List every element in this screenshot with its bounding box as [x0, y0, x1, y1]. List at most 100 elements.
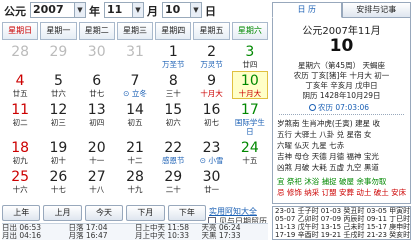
detail-tabs: 日 历 安排与记事 — [272, 2, 411, 18]
tab-schedule[interactable]: 安排与记事 — [341, 2, 411, 18]
calendar-day[interactable]: 5 廿六 — [40, 71, 76, 99]
weekday-fri: 星期五 — [193, 22, 230, 40]
lunar-label: 初九 — [12, 156, 28, 165]
calendar-day[interactable]: 25 十六 — [2, 167, 38, 195]
day-detail-panel: 公元2007年11月 10 星期六（第45周） 天蝎座 农历 丁亥[猪]年 十月… — [272, 18, 411, 204]
day-number: 15 — [164, 102, 183, 118]
day-number: 26 — [49, 169, 68, 185]
day-number: 6 — [92, 73, 102, 89]
calendar-day[interactable]: 20 十一 — [79, 138, 115, 166]
tab-calendar[interactable]: 日 历 — [272, 2, 342, 18]
weekday-sun: 星期日 — [2, 22, 39, 40]
calendar-day[interactable]: 8 三十 — [155, 71, 191, 99]
lunar-label: 初三 — [50, 118, 66, 127]
detail-row-unlucky: 凶煞 月破 大耗 五虚 九空 黑道 — [277, 163, 379, 172]
detail-big-day: 10 — [329, 36, 354, 56]
day-number: 7 — [130, 73, 140, 89]
calendar-day[interactable]: 29 — [40, 42, 76, 70]
calendar-day[interactable]: 4 廿五 — [2, 71, 38, 99]
calendar-day[interactable]: 18 初九 — [2, 138, 38, 166]
detail-clock: 农历 07:03:06 — [309, 102, 369, 113]
detail-row-element: 五行 大驿土 八卦 兑 星宿 女 — [277, 130, 372, 139]
chevron-down-icon: ▼ — [74, 3, 85, 17]
lunar-label: 初五 — [127, 118, 143, 127]
day-number: 20 — [87, 140, 106, 156]
day-number: 1 — [168, 44, 178, 60]
calendar-day[interactable]: 30 — [79, 42, 115, 70]
calendar-day[interactable]: 13 初四 — [79, 100, 115, 137]
moonrise-time: 月出 04:16 — [2, 232, 41, 240]
chevron-down-icon: ▼ — [190, 3, 201, 17]
weekday-thu: 星期四 — [155, 22, 192, 40]
calendar-day[interactable]: 11 初二 — [2, 100, 38, 137]
next-month-button[interactable]: 下月 — [126, 205, 165, 221]
moonset-time: 月落 16:47 — [68, 232, 108, 240]
hour-row: 23-01 壬子时 01-03 癸丑时 03-05 甲寅时 — [275, 207, 410, 215]
weekday-sat: 星期六 — [231, 22, 268, 40]
lunar-label: 初六 — [165, 118, 181, 127]
day-number: 12 — [49, 102, 68, 118]
calendar-day[interactable]: 16 初七 — [193, 100, 229, 137]
calendar-day[interactable]: 3 廿四 — [232, 42, 268, 70]
calendar-day-empty — [232, 167, 268, 195]
navigation-bar: 上年 上月 今天 下月 下年 — [2, 205, 207, 221]
day-select[interactable]: 10 ▼ — [162, 2, 202, 18]
day-number: 10 — [240, 73, 259, 89]
calendar-day[interactable]: 9 十月大 — [193, 71, 229, 99]
calendar-day[interactable]: 29 二十 — [155, 167, 191, 195]
calendar-day[interactable]: 24 十五 — [232, 138, 268, 166]
prev-year-button[interactable]: 上年 — [2, 205, 41, 221]
lunar-label: 初四 — [89, 118, 105, 127]
detail-row-suitable: 宜 祭祀 沐浴 捕捉 破屋 余事勿取 — [277, 177, 387, 186]
calendar-day[interactable]: 28 十九 — [117, 167, 153, 195]
calendar-day[interactable]: 26 十七 — [40, 167, 76, 195]
calendar-day[interactable]: 28 — [2, 42, 38, 70]
calendar-day[interactable]: 17 国际学生日 — [232, 100, 268, 137]
calendar-day[interactable]: 12 初三 — [40, 100, 76, 137]
calendar-day[interactable]: 22 感恩节 — [155, 138, 191, 166]
hour-list: 23-01 壬子时 01-03 癸丑时 03-05 甲寅时 05-07 乙卯时 … — [272, 206, 411, 240]
detail-islamic: 阴历 1428年10月29日 — [302, 91, 381, 100]
detail-row-rokuyo: 六曜 仏灭 九星 七赤 — [277, 141, 345, 150]
calendar-day[interactable]: 27 十八 — [79, 167, 115, 195]
lunar-label: 初二 — [12, 118, 28, 127]
day-number: 19 — [49, 140, 68, 156]
day-number: 8 — [168, 73, 178, 89]
detail-row-avoid: 忌 修饰 纳采 订盟 安葬 动土 破土 安床 — [277, 188, 407, 197]
calendar-day[interactable]: 14 初五 — [117, 100, 153, 137]
date-selector-bar: 公元 2007 ▼ 年 11 ▼ 月 10 ▼ 日 — [0, 0, 268, 21]
calendar-day[interactable]: 21 十二 — [117, 138, 153, 166]
calendar-day[interactable]: 15 初六 — [155, 100, 191, 137]
lunar-label: 十五 — [242, 156, 258, 165]
day-unit-label: 日 — [205, 5, 216, 18]
detail-row-lucky: 吉神 母仓 天德 月德 福神 宝光 — [277, 152, 379, 161]
calendar-day[interactable]: 23 ⊙ 小雪 — [193, 138, 229, 166]
day-number: 23 — [202, 140, 221, 156]
day-number: 3 — [245, 44, 255, 60]
lunar-label: 廿六 — [50, 89, 66, 98]
year-select[interactable]: 2007 ▼ — [30, 2, 86, 18]
calendar-day-today[interactable]: 10 十月大 — [231, 71, 268, 99]
calendar-day[interactable]: 30 廿一 — [193, 167, 229, 195]
day-number: 18 — [11, 140, 30, 156]
today-button[interactable]: 今天 — [84, 205, 124, 221]
calendar-day[interactable]: 7 ⊙ 立冬 — [117, 71, 153, 99]
day-number: 22 — [164, 140, 183, 156]
weekday-mon: 星期一 — [40, 22, 77, 40]
calendar-day[interactable]: 1 万圣节 — [155, 42, 191, 70]
hour-row: 17-19 辛酉时 19-21 壬戌时 21-23 癸亥时 — [275, 231, 410, 239]
calendar-day[interactable]: 6 廿七 — [79, 71, 115, 99]
day-number: 30 — [87, 44, 106, 60]
year-value: 2007 — [33, 3, 64, 16]
day-number: 5 — [53, 73, 63, 89]
calendar-day[interactable]: 31 — [117, 42, 153, 70]
month-select[interactable]: 11 ▼ — [104, 2, 144, 18]
lunar-month-label: 十月大 — [200, 89, 223, 98]
lunar-label: 十九 — [127, 185, 143, 194]
calendar-day[interactable]: 2 万灵节 — [193, 42, 229, 70]
prev-month-button[interactable]: 上月 — [43, 205, 82, 221]
divider — [279, 114, 404, 115]
next-year-button[interactable]: 下年 — [167, 205, 207, 221]
calendar-day[interactable]: 19 初十 — [40, 138, 76, 166]
day-number: 28 — [126, 169, 144, 185]
